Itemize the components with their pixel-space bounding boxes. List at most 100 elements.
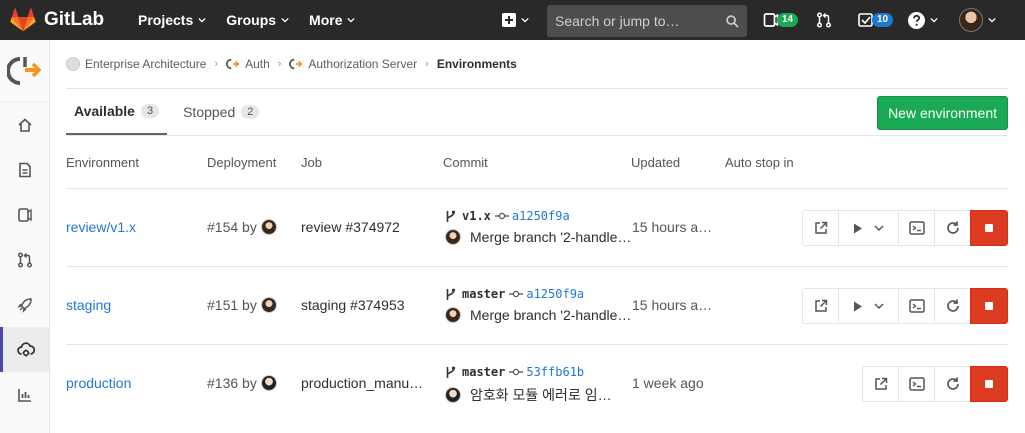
avatar[interactable] — [445, 229, 461, 245]
issues-count-badge: 10 — [872, 13, 894, 27]
redeploy-button[interactable] — [934, 288, 971, 324]
terminal-button[interactable] — [898, 210, 935, 246]
avatar[interactable] — [260, 375, 277, 391]
sidebar-item-analytics[interactable] — [0, 372, 49, 417]
commit-message-link[interactable]: Merge branch '2-handle… — [470, 307, 631, 323]
breadcrumb-group[interactable]: Enterprise Architecture — [66, 57, 206, 71]
merge-requests-link[interactable] — [816, 0, 832, 40]
search-icon — [726, 14, 739, 28]
commit-icon — [494, 212, 509, 220]
user-avatar — [959, 8, 983, 32]
terminal-button[interactable] — [898, 288, 935, 324]
terminal-icon — [908, 221, 925, 235]
more-dropdown[interactable]: More — [299, 0, 365, 40]
job-link[interactable]: staging #374953 — [301, 297, 405, 313]
stop-environment-button[interactable] — [970, 288, 1008, 324]
breadcrumb-current-label: Environments — [436, 57, 517, 71]
commit-message-link[interactable]: 암호화 모듈 에러로 임… — [470, 385, 612, 405]
tab-stopped[interactable]: Stopped 2 — [175, 89, 267, 135]
ref-name-link[interactable]: v1.x — [462, 209, 491, 223]
play-icon — [854, 223, 862, 233]
commit-sha-link[interactable]: 53ffb61b — [526, 365, 584, 379]
breadcrumb-current[interactable]: Environments — [437, 57, 517, 71]
branch-icon — [446, 210, 456, 222]
play-icon — [854, 301, 862, 311]
table-header: Environment Deployment Job Commit Update… — [66, 137, 1008, 189]
stop-environment-button[interactable] — [970, 210, 1008, 246]
breadcrumb-group-label: Enterprise Architecture — [85, 57, 207, 71]
environment-name-link[interactable]: staging — [66, 297, 111, 313]
breadcrumb-project[interactable]: Authorization Server — [289, 57, 417, 71]
top-navbar: GitLab Projects Groups More Search or ju… — [0, 0, 1025, 40]
chevron-right-icon: › — [277, 58, 282, 70]
table-row: staging #151 by staging #374953 master a… — [66, 267, 1008, 345]
redeploy-button[interactable] — [934, 210, 971, 246]
updated-time: 1 week ago — [632, 375, 704, 391]
sidebar-item-ci-cd[interactable] — [0, 282, 49, 327]
open-live-environment-button[interactable] — [862, 366, 899, 402]
avatar[interactable] — [260, 297, 277, 313]
chevron-down-icon — [347, 17, 356, 23]
stop-environment-button[interactable] — [970, 366, 1008, 402]
retry-icon — [946, 299, 959, 312]
chevron-right-icon: › — [214, 58, 219, 70]
environment-name-link[interactable]: review/v1.x — [66, 219, 136, 235]
deployment-info: #151 by — [207, 297, 277, 313]
sidebar-item-repository[interactable] — [0, 147, 49, 192]
job-link[interactable]: production_manu… — [301, 375, 423, 391]
chevron-down-icon — [281, 17, 289, 23]
commit-sha-link[interactable]: a1250f9a — [526, 287, 584, 301]
todos-link[interactable]: 14 — [763, 0, 799, 40]
sidebar-item-operations[interactable] — [0, 327, 49, 372]
groups-label: Groups — [226, 12, 277, 28]
commit-icon — [509, 368, 524, 376]
breadcrumb-subgroup[interactable]: Auth — [226, 57, 270, 71]
terminal-button[interactable] — [898, 366, 935, 402]
col-commit: Commit — [443, 155, 488, 170]
sidebar-item-merge-requests[interactable] — [0, 237, 49, 282]
tab-stopped-label: Stopped — [183, 104, 236, 120]
user-menu-dropdown[interactable] — [959, 0, 996, 40]
sidebar-item-project-overview[interactable] — [0, 102, 49, 147]
redeploy-button[interactable] — [934, 366, 971, 402]
commit-message-link[interactable]: Merge branch '2-handle… — [470, 229, 631, 245]
environment-name-link[interactable]: production — [66, 375, 131, 391]
issues-icon — [17, 207, 32, 222]
help-dropdown[interactable] — [908, 0, 938, 40]
deployment-number: #154 by — [207, 219, 257, 235]
new-item-dropdown[interactable] — [495, 0, 535, 40]
issues-link[interactable]: 10 — [858, 0, 894, 40]
new-environment-button[interactable]: New environment — [877, 96, 1008, 130]
project-avatar[interactable] — [0, 40, 49, 102]
col-updated: Updated — [631, 155, 681, 170]
avatar[interactable] — [260, 219, 277, 235]
deployment-number: #136 by — [207, 375, 257, 391]
manual-action-dropdown[interactable] — [838, 288, 899, 324]
breadcrumb-subgroup-label: Auth — [245, 57, 270, 71]
tab-available[interactable]: Available 3 — [66, 89, 168, 135]
ref-name-link[interactable]: master — [462, 365, 505, 379]
avatar[interactable] — [445, 387, 461, 403]
commit-icon — [509, 290, 524, 298]
chart-icon — [17, 388, 31, 402]
stop-icon — [985, 380, 993, 388]
manual-action-dropdown[interactable] — [838, 210, 899, 246]
chevron-down-icon — [930, 17, 938, 23]
home-icon — [17, 117, 32, 132]
avatar[interactable] — [445, 307, 461, 323]
groups-dropdown[interactable]: Groups — [216, 0, 299, 40]
open-live-environment-button[interactable] — [802, 288, 839, 324]
tab-available-count: 3 — [140, 104, 160, 118]
chevron-down-icon — [874, 225, 884, 232]
projects-dropdown[interactable]: Projects — [128, 0, 216, 40]
gitlab-home-link[interactable]: GitLab — [10, 8, 118, 32]
sidebar-item-issues[interactable] — [0, 192, 49, 237]
search-input[interactable]: Search or jump to… — [547, 5, 747, 37]
commit-info: master 53ffb61b 암호화 모듈 에러로 임… — [445, 365, 612, 405]
job-link[interactable]: review #374972 — [301, 219, 400, 235]
gitlab-logo-icon — [10, 8, 36, 32]
ref-name-link[interactable]: master — [462, 287, 505, 301]
commit-sha-link[interactable]: a1250f9a — [512, 209, 570, 223]
updated-time: 15 hours a… — [632, 297, 713, 313]
open-live-environment-button[interactable] — [802, 210, 839, 246]
